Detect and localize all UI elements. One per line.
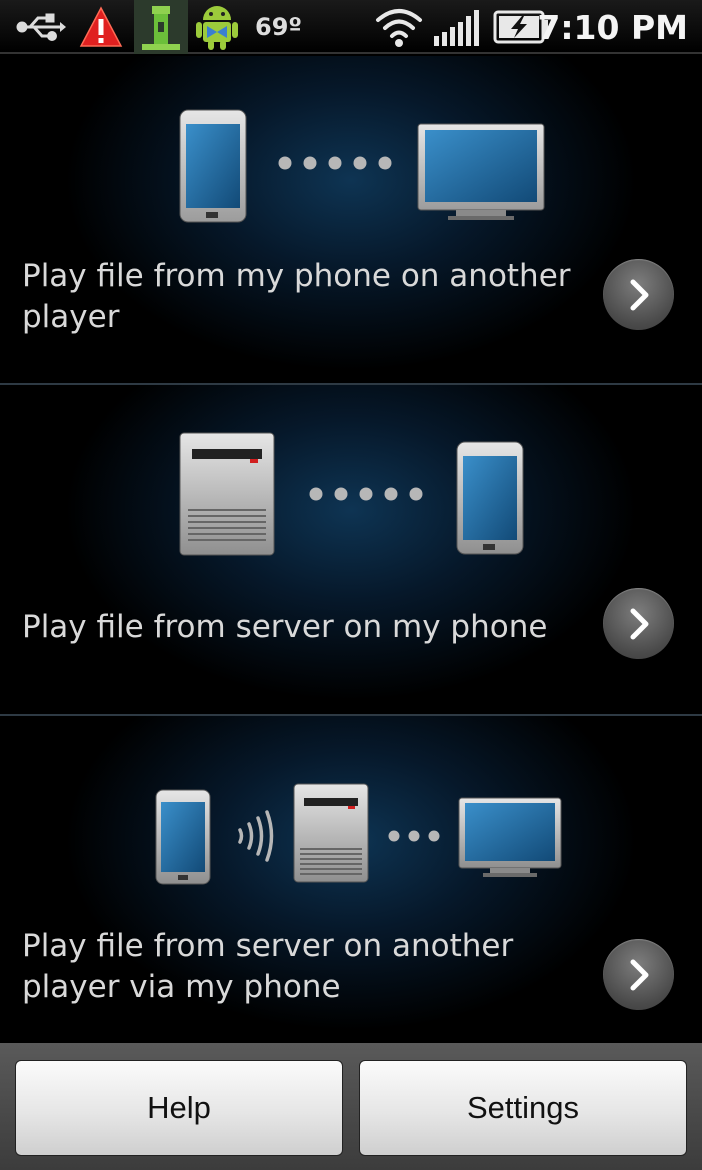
android-icon	[196, 6, 238, 50]
chevron-right-button[interactable]	[603, 588, 674, 659]
chevron-right-button[interactable]	[603, 259, 674, 330]
temperature-readout: 69º	[255, 13, 302, 41]
chevron-right-button[interactable]	[603, 939, 674, 1010]
option-server-to-phone[interactable]: Play file from server on my phone	[0, 385, 702, 714]
option-phone-to-player[interactable]: Play file from my phone on another playe…	[0, 56, 702, 383]
bottom-button-bar: Help Settings	[0, 1043, 702, 1170]
flashlight-icon	[134, 0, 188, 54]
usb-icon	[16, 13, 66, 41]
server-to-phone-illustration	[179, 432, 524, 556]
option-server-to-player-via-phone[interactable]: Play file from server on another player …	[0, 716, 702, 1043]
help-button[interactable]: Help	[15, 1060, 343, 1156]
chevron-right-icon	[630, 959, 648, 990]
clock: 7:10 PM	[537, 7, 688, 47]
signal-icon	[434, 10, 479, 46]
option-label: Play file from server on my phone	[22, 609, 548, 645]
wifi-icon	[376, 9, 422, 47]
status-bar: 69º 7:10 PM	[0, 0, 702, 54]
option-label: Play file from my phone on another playe…	[22, 258, 571, 335]
chevron-right-icon	[630, 279, 648, 310]
chevron-right-icon	[630, 608, 648, 639]
warning-icon	[79, 6, 123, 47]
phone-to-tv-illustration	[179, 109, 545, 223]
option-label: Play file from server on another player …	[22, 928, 514, 1005]
settings-button[interactable]: Settings	[359, 1060, 687, 1156]
server-to-tv-via-phone-illustration	[155, 783, 562, 885]
